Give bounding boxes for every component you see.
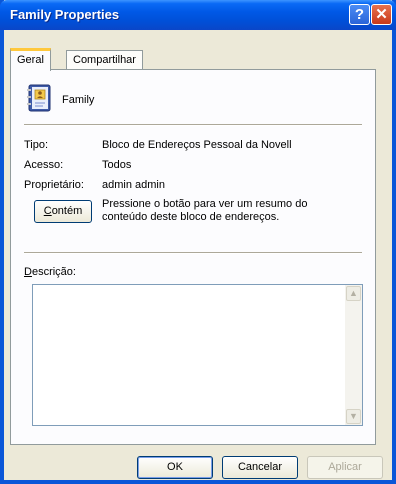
- descricao-label-text: escrição:: [31, 266, 76, 278]
- close-button[interactable]: ✕: [371, 4, 392, 25]
- contem-label: ontém: [51, 205, 83, 217]
- contem-description: Pressione o botão para ver um resumo do …: [102, 198, 308, 223]
- descricao-label: Descrição:: [24, 266, 76, 278]
- descricao-textarea[interactable]: ▲ ▼: [32, 284, 363, 426]
- title-bar[interactable]: Family Properties ? ✕: [0, 0, 396, 30]
- acesso-label: Acesso:: [24, 159, 64, 171]
- proprietario-value: admin admin: [102, 179, 165, 191]
- address-book-icon: [27, 84, 51, 112]
- contem-button[interactable]: Contém: [34, 200, 92, 223]
- tab-geral[interactable]: Geral: [10, 48, 51, 71]
- contem-mnemonic: C: [43, 205, 52, 217]
- ok-button[interactable]: OK: [137, 456, 213, 479]
- tab-compartilhar[interactable]: Compartilhar: [66, 50, 143, 70]
- cancel-button[interactable]: Cancelar: [222, 456, 298, 479]
- acesso-value: Todos: [102, 159, 132, 171]
- divider-top: [24, 124, 362, 126]
- descricao-mnemonic: D: [24, 266, 32, 278]
- scroll-down-icon[interactable]: ▼: [346, 409, 361, 424]
- scroll-up-icon[interactable]: ▲: [346, 286, 361, 301]
- window-title: Family Properties: [10, 7, 120, 22]
- divider-middle: [24, 252, 362, 254]
- help-button[interactable]: ?: [349, 4, 370, 25]
- apply-button[interactable]: Aplicar: [307, 456, 383, 479]
- book-name: Family: [62, 94, 95, 106]
- tipo-label: Tipo:: [24, 139, 49, 151]
- descricao-scrollbar[interactable]: ▲ ▼: [345, 285, 362, 425]
- tipo-value: Bloco de Endereços Pessoal da Novell: [102, 139, 292, 151]
- proprietario-label: Proprietário:: [24, 179, 84, 191]
